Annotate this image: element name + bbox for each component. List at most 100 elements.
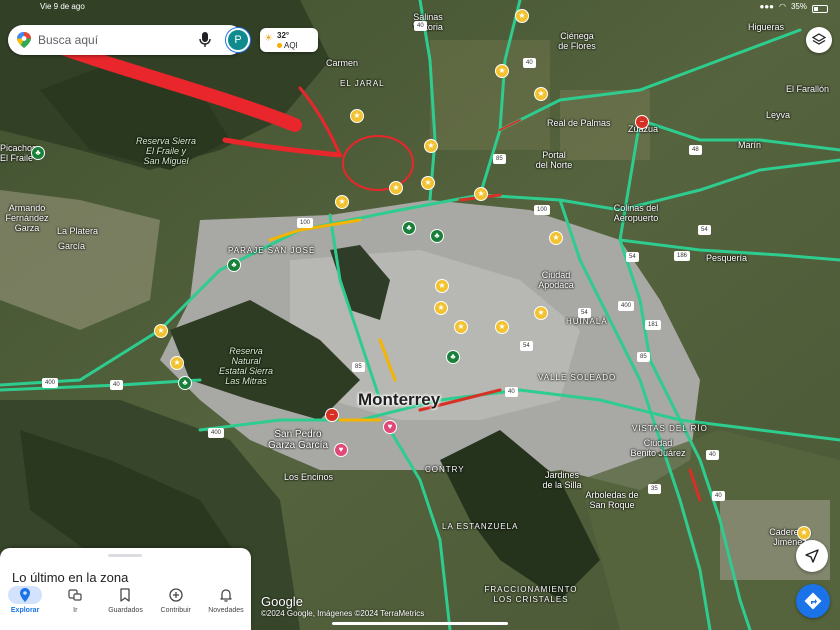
my-location-button[interactable]	[796, 540, 828, 572]
map-label[interactable]: VALLE SOLEADO	[538, 373, 616, 383]
status-time: Vie 9 de ago	[40, 2, 85, 11]
nav-go[interactable]: Ir	[50, 583, 100, 630]
star-pin-icon[interactable]: ★	[474, 187, 488, 201]
map-label[interactable]: Reserva Natural Estatal Sierra Las Mitras	[200, 346, 292, 386]
profile-avatar[interactable]: P	[226, 28, 250, 52]
heart-pin-icon[interactable]: ♥	[383, 420, 397, 434]
star-pin-icon[interactable]: ★	[454, 320, 468, 334]
farm-fields	[430, 40, 550, 150]
map-label[interactable]: EL JARAL	[340, 79, 385, 89]
aqi-label: AQI	[284, 41, 298, 50]
weather-chip[interactable]: ☀ 32° AQI	[260, 28, 318, 52]
route-shield: 54	[698, 225, 711, 235]
map-label[interactable]: Higueras	[748, 22, 784, 32]
map-label[interactable]: Marín	[738, 140, 761, 150]
route-shield: 100	[534, 205, 551, 215]
map-label[interactable]: Portal del Norte	[519, 150, 589, 170]
park-pin-icon[interactable]: ♣	[430, 229, 444, 243]
star-pin-icon[interactable]: ★	[389, 181, 403, 195]
route-shield: 85	[352, 362, 365, 372]
map-label[interactable]: Los Encinos	[284, 472, 333, 482]
map-label[interactable]: El Farallón	[786, 84, 829, 94]
map-label[interactable]: Colinas del Aeropuerto	[596, 203, 676, 223]
nav-updates[interactable]: Novedades	[201, 583, 251, 630]
route-shield: 40	[712, 491, 725, 501]
route-shield: 54	[578, 308, 591, 318]
map-label[interactable]: VISTAS DEL RÍO	[632, 424, 708, 434]
park-pin-icon[interactable]: ♣	[446, 350, 460, 364]
map-label[interactable]: FRACCIONAMIENTO LOS CRISTALES	[484, 585, 578, 605]
map-label[interactable]: La Platera	[57, 226, 98, 236]
map-label[interactable]: Ciudad Apodaca	[521, 270, 591, 290]
explore-bottom-sheet[interactable]: Lo último en la zona Explorar Ir Guardad…	[0, 548, 251, 630]
weather-temperature: 32°	[277, 31, 290, 40]
star-pin-icon[interactable]: ★	[495, 64, 509, 78]
map-label[interactable]: Ciénega de Flores	[537, 31, 617, 51]
search-bar[interactable]: P	[8, 25, 250, 55]
map-label[interactable]: Arboledas de San Roque	[577, 490, 647, 510]
star-pin-icon[interactable]: ★	[534, 306, 548, 320]
star-pin-icon[interactable]: ★	[350, 109, 364, 123]
google-maps-logo-icon	[17, 32, 31, 48]
map-label[interactable]: Real de Palmas	[547, 118, 611, 128]
star-pin-icon[interactable]: ★	[421, 176, 435, 190]
nav-contribute-label: Contribuir	[160, 607, 191, 614]
map-label[interactable]: San Pedro Garza García	[258, 429, 338, 451]
map-label[interactable]: Jardines de la Silla	[527, 470, 597, 490]
layers-button[interactable]	[806, 27, 832, 53]
signal-icon: ●●●	[759, 2, 775, 11]
road-closure-icon[interactable]: −	[635, 115, 649, 129]
map-label[interactable]: CONTRY	[425, 465, 465, 475]
park-pin-icon[interactable]: ♣	[178, 376, 192, 390]
bookmark-icon	[120, 588, 131, 602]
nav-contribute[interactable]: Contribuir	[151, 583, 201, 630]
heart-pin-icon[interactable]: ♥	[334, 443, 348, 457]
road-closure-icon[interactable]: −	[325, 408, 339, 422]
map-label[interactable]: Armando Fernández Garza	[0, 203, 62, 233]
park-pin-icon[interactable]: ♣	[227, 258, 241, 272]
air-quality: AQI	[277, 41, 298, 50]
nav-explore[interactable]: Explorar	[0, 583, 50, 630]
map-label[interactable]: Pesquería	[706, 253, 747, 263]
star-pin-icon[interactable]: ★	[424, 139, 438, 153]
satellite-map[interactable]: Monterrey Salinas Victoria Ciénega de Flor…	[0, 0, 840, 630]
map-label[interactable]: HUINALÁ	[566, 317, 608, 327]
map-label[interactable]: Leyva	[766, 110, 790, 120]
star-pin-icon[interactable]: ★	[549, 231, 563, 245]
route-shield: 400	[42, 378, 59, 388]
star-pin-icon[interactable]: ★	[435, 279, 449, 293]
star-pin-icon[interactable]: ★	[154, 324, 168, 338]
map-label[interactable]: Ciudad Benito Juárez	[618, 438, 698, 458]
layers-icon	[812, 33, 826, 45]
microphone-icon[interactable]	[198, 32, 212, 48]
home-indicator[interactable]	[332, 622, 508, 625]
map-label[interactable]: Reserva Sierra El Fraile y San Miguel	[121, 136, 211, 166]
star-pin-icon[interactable]: ★	[797, 526, 811, 540]
status-right: ●●● ◠ 35%	[759, 0, 828, 14]
star-pin-icon[interactable]: ★	[534, 87, 548, 101]
bottom-navigation: Explorar Ir Guardados Contribuir Novedad…	[0, 583, 251, 630]
route-shield: 40	[414, 21, 427, 31]
map-label[interactable]: García	[58, 241, 85, 251]
map-copyright[interactable]: ©2024 Google, Imágenes ©2024 TerraMetric…	[261, 609, 424, 618]
directions-button[interactable]	[796, 584, 830, 618]
city-label-monterrey[interactable]: Monterrey	[358, 391, 440, 409]
star-pin-icon[interactable]: ★	[495, 320, 509, 334]
search-input[interactable]	[38, 31, 188, 49]
battery-percent: 35%	[790, 2, 807, 11]
route-shield: 400	[208, 428, 225, 438]
map-label[interactable]: LA ESTANZUELA	[442, 522, 518, 532]
route-shield: 181	[645, 320, 662, 330]
sheet-drag-handle[interactable]	[108, 554, 142, 557]
star-pin-icon[interactable]: ★	[335, 195, 349, 209]
star-pin-icon[interactable]: ★	[434, 301, 448, 315]
park-pin-icon[interactable]: ♣	[31, 146, 45, 160]
star-pin-icon[interactable]: ★	[170, 356, 184, 370]
partly-cloudy-icon: ☀	[264, 33, 273, 44]
nav-saved[interactable]: Guardados	[100, 583, 150, 630]
map-label[interactable]: PARAJE SAN JOSÉ	[228, 246, 315, 256]
route-shield: 40	[523, 58, 536, 68]
map-label[interactable]: Carmen	[326, 58, 358, 68]
map-label[interactable]: Salinas Victoria	[383, 12, 473, 32]
park-pin-icon[interactable]: ♣	[402, 221, 416, 235]
